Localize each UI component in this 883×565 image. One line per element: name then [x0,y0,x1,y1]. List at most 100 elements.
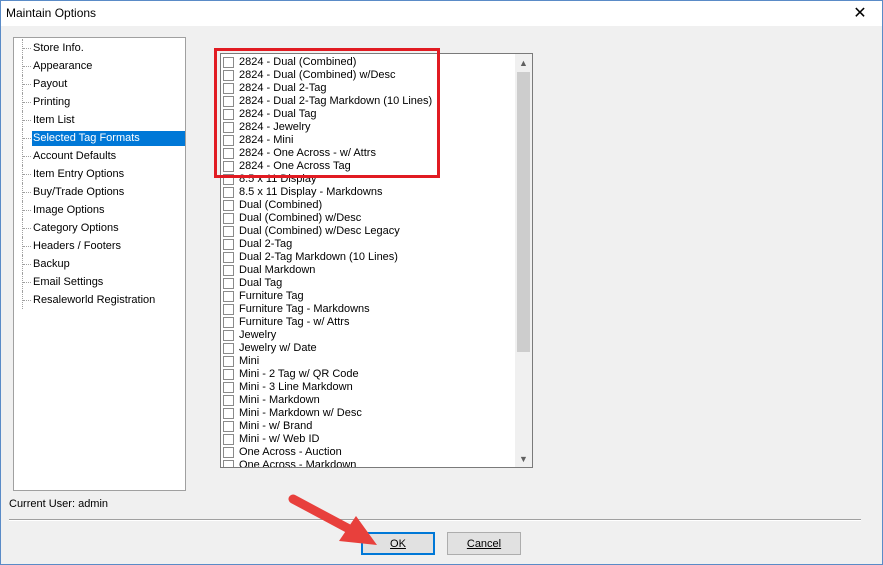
list-item[interactable]: 8.5 x 11 Display - Markdowns [223,186,516,199]
scroll-down-button[interactable]: ▼ [515,450,532,467]
list-item[interactable]: Mini - Markdown [223,394,516,407]
checkbox[interactable] [223,239,234,250]
checkbox[interactable] [223,161,234,172]
list-item[interactable]: 8.5 x 11 Display [223,173,516,186]
tree-connector-dash [23,282,31,283]
checkbox[interactable] [223,356,234,367]
checkbox[interactable] [223,96,234,107]
checkbox[interactable] [223,148,234,159]
ok-button[interactable]: OK [361,532,435,555]
list-item-label: Dual 2-Tag Markdown (10 Lines) [239,251,398,263]
tree-item-label: Headers / Footers [33,240,122,252]
list-item[interactable]: Mini - w/ Web ID [223,433,516,446]
tree-item[interactable]: Item Entry Options [14,165,185,183]
tree-item-label: Item List [33,114,75,126]
list-item[interactable]: One Across - Auction [223,446,516,459]
checkbox[interactable] [223,187,234,198]
list-scrollbar[interactable]: ▲ ▼ [515,54,532,467]
list-item[interactable]: Jewelry w/ Date [223,342,516,355]
tree-item[interactable]: Payout [14,75,185,93]
tree-item[interactable]: Selected Tag Formats [14,129,185,147]
list-item[interactable]: Mini - Markdown w/ Desc [223,407,516,420]
list-item[interactable]: Mini - 3 Line Markdown [223,381,516,394]
list-item[interactable]: Mini - w/ Brand [223,420,516,433]
list-item[interactable]: Dual (Combined) w/Desc Legacy [223,225,516,238]
checkbox[interactable] [223,70,234,81]
list-item[interactable]: Dual (Combined) w/Desc [223,212,516,225]
checkbox[interactable] [223,57,234,68]
list-item[interactable]: Dual Tag [223,277,516,290]
list-item[interactable]: 2824 - Mini [223,134,516,147]
list-item[interactable]: Dual (Combined) [223,199,516,212]
tree-item[interactable]: Appearance [14,57,185,75]
checkbox[interactable] [223,252,234,263]
tree-item[interactable]: Category Options [14,219,185,237]
checkbox[interactable] [223,109,234,120]
scroll-up-button[interactable]: ▲ [515,54,532,71]
list-item[interactable]: 2824 - Jewelry [223,121,516,134]
tree-item[interactable]: Printing [14,93,185,111]
tree-item[interactable]: Store Info. [14,39,185,57]
tree-item[interactable]: Image Options [14,201,185,219]
list-item[interactable]: Dual 2-Tag Markdown (10 Lines) [223,251,516,264]
checkbox[interactable] [223,460,234,467]
list-item[interactable]: 2824 - Dual (Combined) [223,56,516,69]
list-item-label: Mini - 3 Line Markdown [239,381,353,393]
checkbox[interactable] [223,174,234,185]
list-item[interactable]: Dual 2-Tag [223,238,516,251]
checkbox[interactable] [223,408,234,419]
list-item[interactable]: Furniture Tag [223,290,516,303]
tree-item[interactable]: Account Defaults [14,147,185,165]
tree-item-label: Printing [33,96,71,108]
tree-item[interactable]: Email Settings [14,273,185,291]
list-item-label: One Across - Auction [239,446,342,458]
list-item-label: Mini - w/ Brand [239,420,313,432]
list-item[interactable]: 2824 - One Across - w/ Attrs [223,147,516,160]
list-item[interactable]: 2824 - Dual 2-Tag Markdown (10 Lines) [223,95,516,108]
checkbox[interactable] [223,421,234,432]
list-item[interactable]: Mini [223,355,516,368]
options-tree[interactable]: Store Info. Appearance Payout Printing Item … [13,37,186,491]
tree-item[interactable]: Buy/Trade Options [14,183,185,201]
scroll-thumb[interactable] [517,72,530,352]
list-item[interactable]: 2824 - Dual (Combined) w/Desc [223,69,516,82]
checkbox[interactable] [223,304,234,315]
checkbox[interactable] [223,447,234,458]
list-item[interactable]: Furniture Tag - Markdowns [223,303,516,316]
checkbox[interactable] [223,213,234,224]
list-item[interactable]: 2824 - One Across Tag [223,160,516,173]
tree-item[interactable]: Item List [14,111,185,129]
tree-item-label: Buy/Trade Options [33,186,125,198]
checkbox[interactable] [223,330,234,341]
cancel-button[interactable]: Cancel [447,532,521,555]
checkbox[interactable] [223,122,234,133]
checkbox[interactable] [223,395,234,406]
list-item[interactable]: 2824 - Dual 2-Tag [223,82,516,95]
close-button[interactable]: ✕ [837,0,883,26]
list-item[interactable]: 2824 - Dual Tag [223,108,516,121]
checkbox[interactable] [223,382,234,393]
checkbox[interactable] [223,83,234,94]
title-bar: Maintain Options ✕ [0,0,883,26]
list-item[interactable]: One Across - Markdown [223,459,516,468]
checkbox[interactable] [223,200,234,211]
checkbox[interactable] [223,317,234,328]
tree-item[interactable]: Resaleworld Registration [14,291,185,309]
checkbox[interactable] [223,291,234,302]
checkbox[interactable] [223,434,234,445]
checkbox[interactable] [223,369,234,380]
list-item[interactable]: Furniture Tag - w/ Attrs [223,316,516,329]
checkbox[interactable] [223,278,234,289]
list-item[interactable]: Dual Markdown [223,264,516,277]
chevron-down-icon: ▼ [519,453,528,464]
list-item[interactable]: Jewelry [223,329,516,342]
list-item-label: One Across - Markdown [239,459,357,468]
tree-item[interactable]: Backup [14,255,185,273]
checkbox[interactable] [223,135,234,146]
tree-item[interactable]: Headers / Footers [14,237,185,255]
checkbox[interactable] [223,343,234,354]
checkbox[interactable] [223,265,234,276]
list-item[interactable]: Mini - 2 Tag w/ QR Code [223,368,516,381]
tag-formats-list[interactable]: One Across - Markdown One Across - Auctio… [220,53,533,468]
checkbox[interactable] [223,226,234,237]
